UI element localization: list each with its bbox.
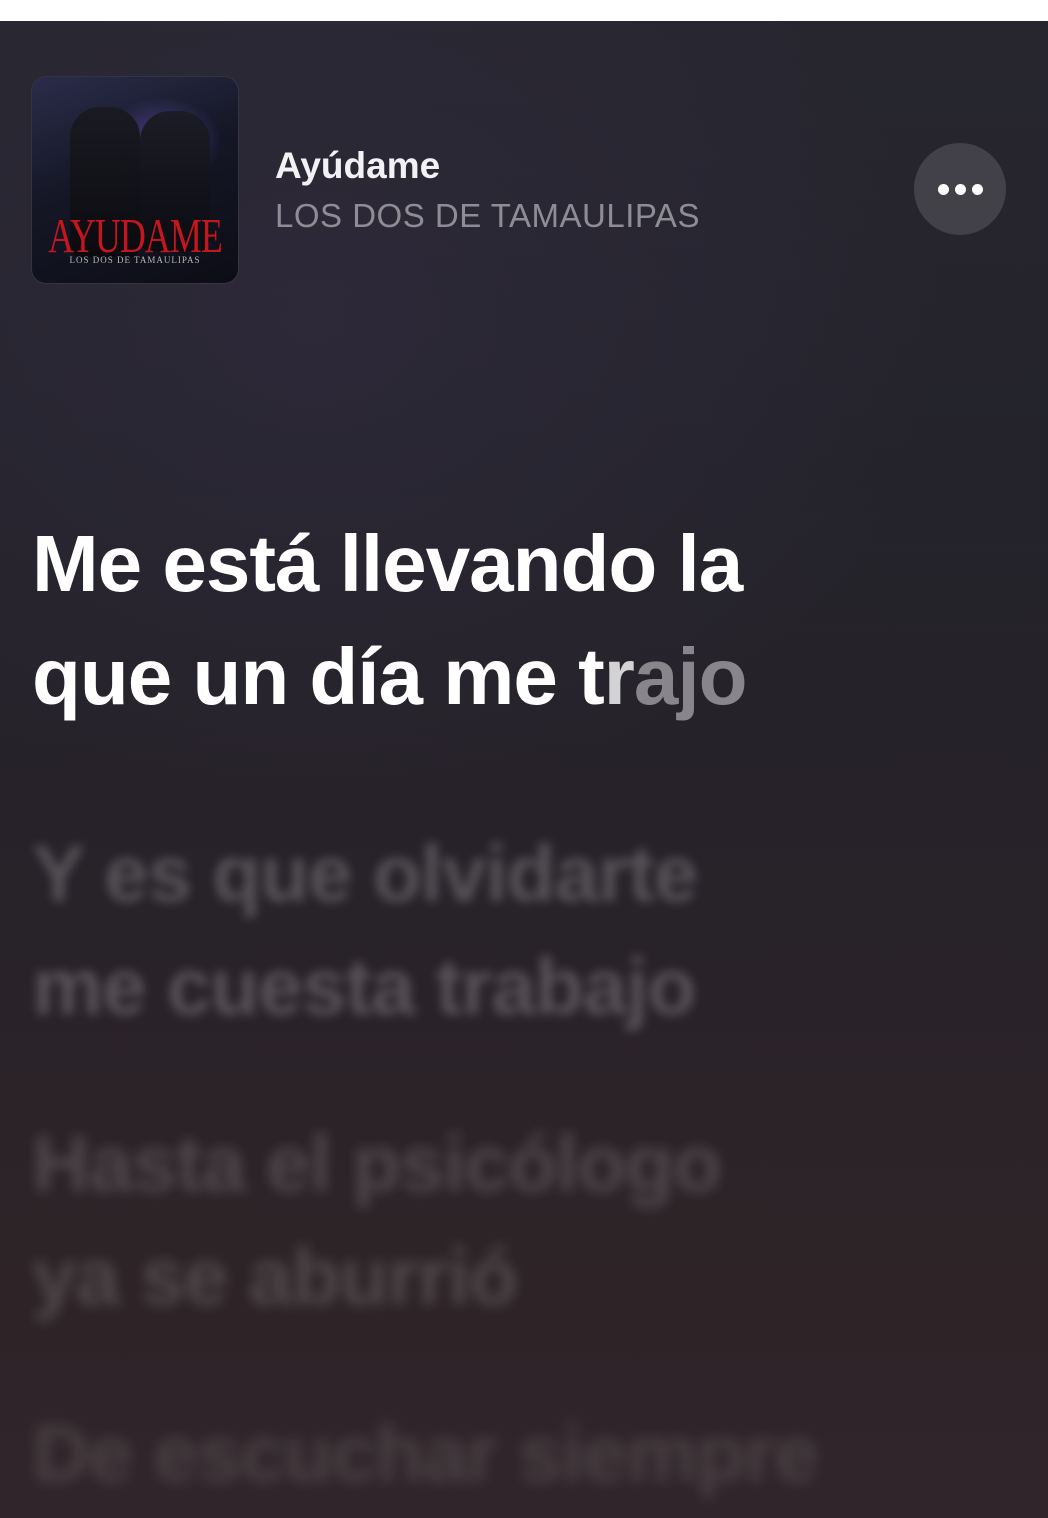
- upcoming-lyric[interactable]: Hasta el psicólogo ya se aburrió: [32, 1107, 1022, 1333]
- artist-name[interactable]: LOS DOS DE TAMAULIPAS: [275, 197, 700, 235]
- album-art-subtitle: LOS DOS DE TAMAULIPAS: [69, 255, 201, 265]
- lyric-line: Y es que olvidarte: [32, 829, 698, 918]
- lyrics-screen: AYUDAME LOS DOS DE TAMAULIPAS Ayúdame LO…: [0, 21, 1048, 1518]
- lyric-line: ya se aburrió: [32, 1232, 518, 1321]
- lyric-line: me cuesta trabajo: [32, 942, 696, 1031]
- ellipsis-icon: [937, 183, 983, 195]
- album-artwork[interactable]: AYUDAME LOS DOS DE TAMAULIPAS: [32, 77, 238, 283]
- active-lyric[interactable]: Me está llevando la que un día me trajo: [32, 507, 1022, 733]
- lyric-line: que un día me trajo: [32, 620, 1022, 733]
- lyric-line: Hasta el psicólogo: [32, 1119, 722, 1208]
- lyric-sung-text: que un día me t: [32, 632, 605, 721]
- upcoming-lyric[interactable]: De escuchar siempre: [32, 1397, 1022, 1510]
- more-options-button[interactable]: [914, 143, 1006, 235]
- lyric-partial-text: r: [603, 632, 635, 721]
- upcoming-lyric[interactable]: Y es que olvidarte me cuesta trabajo: [32, 817, 1022, 1043]
- song-title: Ayúdame: [275, 145, 441, 186]
- lyric-line: Me está llevando la: [32, 519, 743, 608]
- lyric-line: De escuchar siempre: [32, 1409, 819, 1498]
- lyric-unsung-text: ajo: [633, 632, 748, 721]
